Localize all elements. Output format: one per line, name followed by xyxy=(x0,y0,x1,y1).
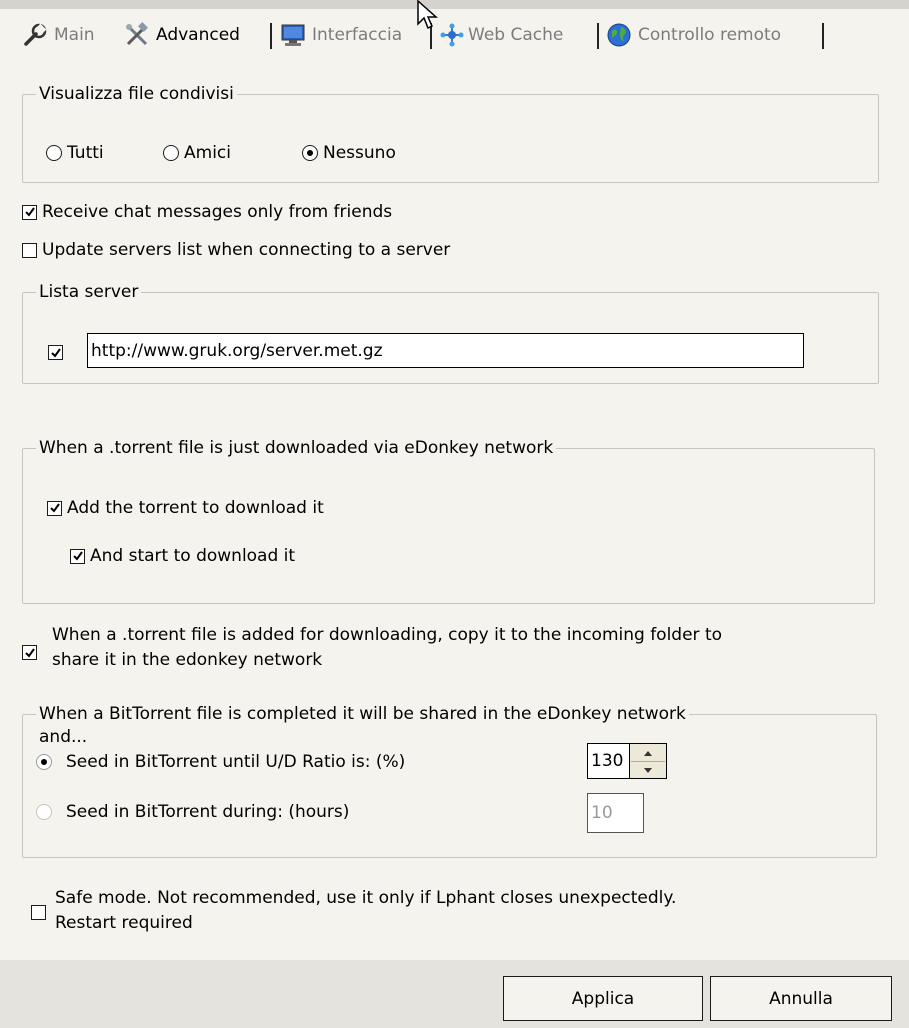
spinner-down-button[interactable] xyxy=(631,762,665,778)
radio-button[interactable] xyxy=(46,145,62,161)
tab-interfaccia[interactable]: Interfaccia xyxy=(280,21,402,49)
server-url-input[interactable] xyxy=(87,333,804,368)
radio-amici[interactable]: Amici xyxy=(163,143,231,163)
safe-mode-checkbox[interactable] xyxy=(31,905,46,920)
wrench-icon xyxy=(22,22,48,48)
update-servers-checkbox-row[interactable]: Update servers list when connecting to a… xyxy=(22,240,450,260)
checkbox-checked[interactable] xyxy=(70,548,85,564)
checkbox-checked[interactable] xyxy=(47,500,62,516)
tools-icon xyxy=(124,22,150,48)
add-torrent-checkbox-row[interactable]: Add the torrent to download it xyxy=(47,498,324,518)
shared-files-group xyxy=(22,94,879,183)
radio-button[interactable] xyxy=(36,804,52,820)
radio-button[interactable] xyxy=(163,145,179,161)
bittorrent-group xyxy=(22,714,877,858)
globe-icon xyxy=(606,22,632,48)
tab-separator xyxy=(270,23,272,49)
bittorrent-legend: When a BitTorrent file is completed it w… xyxy=(36,704,689,724)
safe-mode-label-line2: Restart required xyxy=(55,913,193,933)
tab-controllo-remoto[interactable]: Controllo remoto xyxy=(606,21,781,49)
copy-torrent-checkbox[interactable] xyxy=(22,645,37,660)
apply-button[interactable]: Applica xyxy=(503,976,703,1021)
tab-separator xyxy=(822,23,824,49)
shared-files-legend: Visualizza file condivisi xyxy=(36,84,237,104)
radio-nessuno[interactable]: Nessuno xyxy=(302,143,396,163)
arrow-down-icon xyxy=(644,767,652,773)
spinner-up-button[interactable] xyxy=(631,745,665,762)
tab-separator xyxy=(597,23,599,49)
mouse-cursor-icon xyxy=(417,0,438,30)
start-download-checkbox-row[interactable]: And start to download it xyxy=(70,546,295,566)
bittorrent-legend-line2: and... xyxy=(36,727,91,747)
ratio-value-input[interactable] xyxy=(587,743,630,779)
tab-web-cache[interactable]: Web Cache xyxy=(440,21,563,49)
tab-advanced[interactable]: Advanced xyxy=(124,21,240,49)
torrent-download-legend: When a .torrent file is just downloaded … xyxy=(36,438,557,458)
server-list-checkbox[interactable] xyxy=(48,345,63,360)
hours-value-input[interactable] xyxy=(587,793,644,833)
safe-mode-label-line1: Safe mode. Not recommended, use it only … xyxy=(55,888,677,908)
checkbox-unchecked[interactable] xyxy=(22,242,37,258)
network-icon xyxy=(440,22,464,48)
chat-friends-checkbox-row[interactable]: Receive chat messages only from friends xyxy=(22,202,392,222)
copy-torrent-label-line2: share it in the edonkey network xyxy=(52,650,323,670)
ratio-spinner[interactable] xyxy=(630,743,667,779)
radio-tutti[interactable]: Tutti xyxy=(46,143,104,163)
torrent-download-group xyxy=(22,448,875,604)
tab-bar: Main Advanced Interfaccia Web Cache Cont… xyxy=(0,9,909,55)
server-list-legend: Lista server xyxy=(36,282,142,302)
seed-hours-radio-row[interactable]: Seed in BitTorrent during: (hours) xyxy=(36,802,349,822)
radio-button-selected[interactable] xyxy=(36,754,52,770)
cancel-button[interactable]: Annulla xyxy=(710,976,892,1021)
copy-torrent-label-line1: When a .torrent file is added for downlo… xyxy=(52,625,723,645)
seed-ratio-radio-row[interactable]: Seed in BitTorrent until U/D Ratio is: (… xyxy=(36,752,405,772)
radio-button-selected[interactable] xyxy=(302,145,318,161)
arrow-up-icon xyxy=(644,750,652,756)
tab-main[interactable]: Main xyxy=(22,21,95,49)
window-top-strip xyxy=(0,0,909,9)
monitor-icon xyxy=(280,22,306,48)
checkbox-checked[interactable] xyxy=(22,204,37,220)
